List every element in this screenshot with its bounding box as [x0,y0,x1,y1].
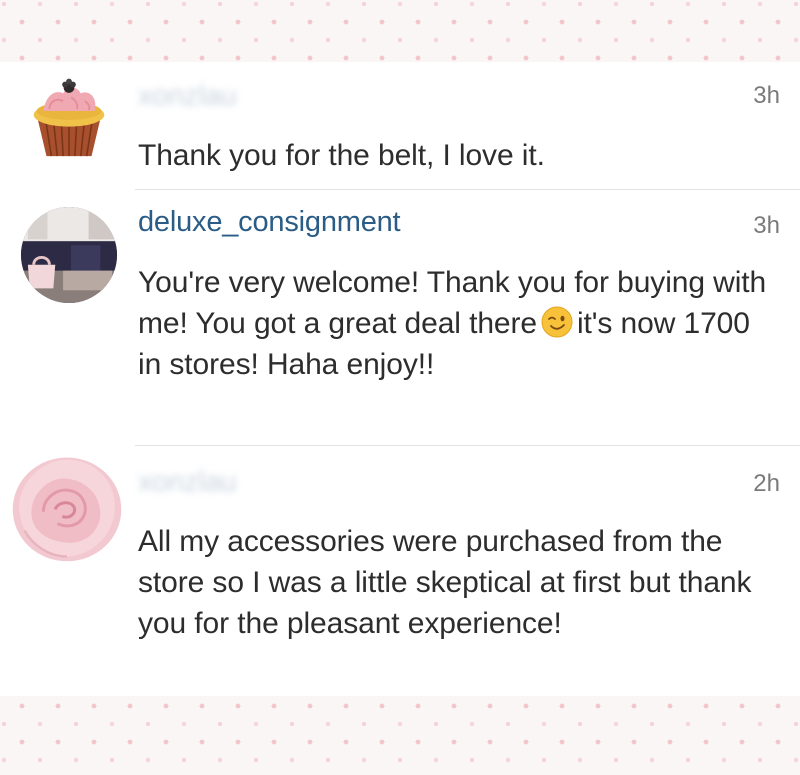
cupcake-icon[interactable] [20,62,118,160]
comment-thread: xonzlau 3h Thank you for the belt, I lov… [0,62,800,696]
comment-username[interactable]: xonzlau [138,466,237,499]
comment-item: xonzlau 3h Thank you for the belt, I lov… [0,62,800,189]
comment-text: You're very welcome! Thank you for buyin… [138,262,778,385]
winking-face-emoji [541,306,573,338]
comment-item: deluxe_consignment 3h You're very welcom… [0,190,800,446]
pink-rose-icon[interactable] [8,448,126,566]
comment-username[interactable]: deluxe_consignment [138,206,401,239]
comment-timestamp: 2h [753,470,780,497]
comment-timestamp: 3h [753,82,780,109]
comment-text: Thank you for the belt, I love it. [138,139,545,172]
comment-username[interactable]: xonzlau [138,80,237,113]
comment-timestamp: 3h [753,212,780,239]
boutique-photo-avatar[interactable] [20,206,118,304]
comment-item: xonzlau 2h All my accessories were purch… [0,446,800,696]
comment-text: All my accessories were purchased from t… [138,525,752,640]
